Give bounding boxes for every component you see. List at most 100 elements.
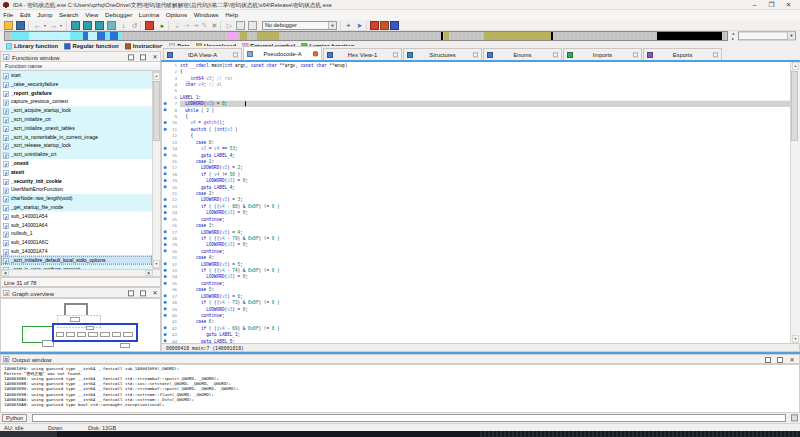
debugger-combobox[interactable]: No debugger▼ xyxy=(262,21,337,30)
tab-detach-icon[interactable] xyxy=(233,52,238,57)
pause-icon[interactable] xyxy=(236,21,245,30)
menu-edit[interactable]: Edit xyxy=(17,10,34,20)
menu-lumina[interactable]: Lumina xyxy=(136,10,163,20)
menu-view[interactable]: View xyxy=(82,10,102,20)
chevron-down-icon[interactable]: ▼ xyxy=(328,22,336,29)
chevron-down-icon[interactable]: ▼ xyxy=(787,32,795,39)
function-list-item[interactable]: f_scrt_acquire_startup_lock xyxy=(1,106,152,115)
refresh-icon[interactable]: ↺ xyxy=(130,21,139,30)
chart-icon[interactable] xyxy=(145,21,154,30)
tab-detach-icon[interactable] xyxy=(633,52,638,57)
function-list-item[interactable]: fcharNode::raw_length(void) xyxy=(1,194,152,203)
function-list-item[interactable]: fcapture_previous_context xyxy=(1,97,152,106)
scroll-right-icon[interactable]: ▶ xyxy=(145,270,153,276)
tab-imports[interactable]: Imports xyxy=(563,48,642,60)
menu-file[interactable]: File xyxy=(0,10,17,20)
navigation-band[interactable] xyxy=(4,31,728,41)
color2-icon[interactable] xyxy=(380,21,389,30)
options-icon[interactable]: ✦ xyxy=(344,21,353,30)
jump-list-icon[interactable] xyxy=(83,21,92,30)
function-list-item[interactable]: fUserMathErrorFunction xyxy=(1,185,152,194)
close-panel-icon[interactable]: ✕ xyxy=(152,54,158,60)
graph-viewport-rect[interactable] xyxy=(52,323,138,342)
minimize-button[interactable]: – xyxy=(746,0,763,10)
tab-detach-icon[interactable] xyxy=(393,52,398,57)
tab-detach-icon[interactable] xyxy=(553,52,558,57)
scroll-down-icon[interactable]: ▼ xyxy=(792,335,799,343)
function-list-item[interactable]: f_raise_securityfailure xyxy=(1,80,152,89)
function-list-item[interactable]: f_scrt_release_startup_lock xyxy=(1,141,152,150)
function-list-item[interactable]: fatexit xyxy=(1,168,152,177)
function-list-item[interactable]: f_get_startup_file_mode xyxy=(1,203,152,212)
scripts-icon[interactable]: ➤ xyxy=(355,21,364,30)
chevron-down-icon[interactable]: ▾ xyxy=(60,21,65,30)
tab-pseudocode-a[interactable]: Pseudocode-A xyxy=(243,46,322,60)
stop-icon[interactable] xyxy=(248,21,257,30)
maximize-panel-icon[interactable] xyxy=(128,54,134,60)
code-vertical-scrollbar[interactable]: ▲ ▼ xyxy=(790,62,800,343)
menu-search[interactable]: Search xyxy=(56,10,82,20)
tab-detach-icon[interactable] xyxy=(473,52,478,57)
function-list-item[interactable]: fnullsub_1 xyxy=(1,229,152,238)
delete-icon[interactable]: ✕ xyxy=(210,21,219,30)
tab-hex-view-1[interactable]: Hex View-1 xyxy=(323,48,402,60)
play-icon[interactable]: ▷ xyxy=(225,21,234,30)
jump-next-icon[interactable] xyxy=(107,21,116,30)
graph-overview-canvas[interactable] xyxy=(0,298,161,352)
scroll-left-icon[interactable]: ◀ xyxy=(1,270,9,276)
menu-debugger[interactable]: Debugger xyxy=(102,10,136,20)
scrollbar-thumb[interactable] xyxy=(153,81,160,141)
close-panel-icon[interactable]: ✕ xyxy=(152,290,158,296)
tab-exports[interactable]: Exports xyxy=(643,48,722,60)
menu-windows[interactable]: Windows xyxy=(190,10,222,20)
scroll-up-icon[interactable]: ▲ xyxy=(153,72,160,80)
function-list-item[interactable]: fstart xyxy=(1,71,152,80)
color3-icon[interactable] xyxy=(390,21,399,30)
maximize-panel-icon[interactable] xyxy=(128,290,134,296)
color1-icon[interactable] xyxy=(370,21,379,30)
open-folder-icon[interactable] xyxy=(4,21,13,30)
tab-structures[interactable]: Structures xyxy=(403,48,482,60)
navband-combobox[interactable]: ▼ xyxy=(738,31,796,40)
start-icon[interactable]: ● xyxy=(157,21,166,30)
function-list-item[interactable]: fsub_140001A74 xyxy=(1,247,152,256)
function-list-item[interactable]: f_scrt_initialize_crt xyxy=(1,115,152,124)
jump-icon[interactable] xyxy=(71,21,80,30)
jump-prev-icon[interactable] xyxy=(95,21,104,30)
scroll-down-icon[interactable]: ▼ xyxy=(153,260,160,268)
down-arrow-icon[interactable]: ↓ xyxy=(119,21,128,30)
save-icon[interactable] xyxy=(16,21,25,30)
back-arrow-icon[interactable]: ← xyxy=(33,21,42,30)
step-over-icon[interactable]: ⇢ xyxy=(182,21,191,30)
forward-arrow-icon[interactable]: → xyxy=(49,21,58,30)
navband-scroll-arrows[interactable]: ◂▸ xyxy=(730,31,736,41)
function-list-item[interactable]: f_security_init_cookie xyxy=(1,177,152,186)
run-until-icon[interactable]: ⇥ xyxy=(191,21,200,30)
function-name-column-header[interactable]: Function name xyxy=(0,62,161,71)
edit-icon[interactable]: ✎ xyxy=(200,21,209,30)
python-input[interactable] xyxy=(32,414,786,422)
float-panel-icon[interactable] xyxy=(777,357,783,363)
function-list-item[interactable]: f_scrt_initialize_onexit_tables xyxy=(1,124,152,133)
function-list-item[interactable]: f_scrt_initialize_default_local_stdio_op… xyxy=(1,256,152,265)
tab-close-icon[interactable] xyxy=(313,51,318,56)
menu-help[interactable]: Help xyxy=(222,10,241,20)
functions-horizontal-scrollbar[interactable]: ◀ ▶ xyxy=(0,269,161,277)
function-list-item[interactable]: fsub_140001A64 xyxy=(1,221,152,230)
console-icon[interactable] xyxy=(791,414,798,421)
menu-options[interactable]: Options xyxy=(162,10,190,20)
maximize-panel-icon[interactable] xyxy=(765,357,771,363)
function-list-item[interactable]: fsub_140001A6C xyxy=(1,238,152,247)
pseudocode-view[interactable]: 1int __cdecl main(int argc, const char *… xyxy=(161,62,800,343)
step-into-icon[interactable]: ⇣ xyxy=(173,21,182,30)
close-panel-icon[interactable]: ✕ xyxy=(789,357,795,363)
tab-detach-icon[interactable] xyxy=(713,52,718,57)
function-list-item[interactable]: f_scrt_is_nonwritable_in_current_image xyxy=(1,133,152,142)
restore-button[interactable]: ❐ xyxy=(763,0,780,10)
function-list-item[interactable]: f_scrt_uninitialize_crt xyxy=(1,150,152,159)
scrollbar-thumb[interactable] xyxy=(791,71,798,141)
menu-jump[interactable]: Jump xyxy=(34,10,56,20)
scroll-up-icon[interactable]: ▲ xyxy=(792,62,799,70)
float-panel-icon[interactable] xyxy=(140,54,146,60)
python-prompt-label[interactable]: Python xyxy=(2,414,27,422)
